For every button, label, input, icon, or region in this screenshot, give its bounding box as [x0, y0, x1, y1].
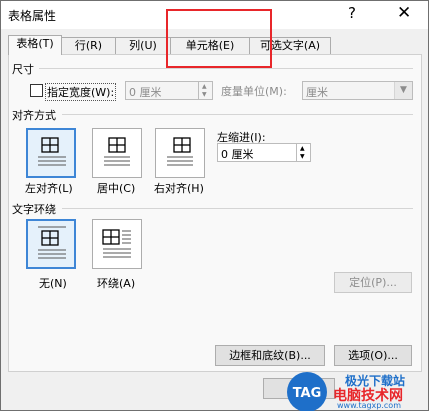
align-left-option[interactable] — [26, 128, 76, 178]
align-left-label: 左对齐(L) — [25, 182, 73, 195]
dialog-title: 表格属性 — [8, 9, 57, 23]
unit-label: 度量单位(M): — [221, 85, 287, 98]
wrap-none-icon — [38, 226, 66, 259]
unit-select: 厘米 ▼ — [302, 81, 413, 100]
unit-value: 厘米 — [306, 86, 328, 99]
close-icon[interactable]: ✕ — [397, 3, 411, 23]
chevron-down-icon: ▼ — [394, 82, 412, 99]
svg-text:TAG: TAG — [293, 386, 322, 401]
wrap-around-icon — [102, 229, 131, 258]
tab-table[interactable]: 表格(T) — [8, 35, 62, 55]
wrap-around-option[interactable] — [92, 219, 142, 269]
indent-spin-arrows[interactable]: ▲ ▼ — [296, 144, 310, 161]
align-right-icon — [167, 137, 193, 166]
indent-value: 0 厘米 — [221, 148, 254, 161]
tab-row[interactable]: 行(R) — [61, 37, 116, 54]
wrap-none-label: 无(N) — [39, 277, 67, 290]
specify-width-label[interactable]: 指定宽度(W): — [45, 83, 117, 101]
align-right-option[interactable] — [155, 128, 205, 178]
alignment-separator — [62, 114, 413, 115]
position-button: 定位(P)... — [334, 272, 412, 293]
size-separator — [39, 68, 413, 69]
borders-shading-button[interactable]: 边框和底纹(B)... — [215, 345, 325, 366]
width-spin-arrows: ▲ ▼ — [198, 82, 212, 99]
help-icon[interactable]: ? — [348, 4, 356, 22]
align-center-option[interactable] — [92, 128, 142, 178]
wrapping-section-title: 文字环绕 — [12, 203, 56, 216]
options-button[interactable]: 选项(O)... — [334, 345, 412, 366]
width-spinner: 0 厘米 ▲ ▼ — [125, 81, 213, 100]
size-section-title: 尺寸 — [12, 63, 34, 76]
indent-spinner[interactable]: 0 厘米 ▲ ▼ — [217, 143, 311, 162]
table-tab-panel: 尺寸 指定宽度(W): 0 厘米 ▲▼ 度量单位(M): 厘米 ▼ 对齐方式 — [8, 54, 422, 372]
tab-column[interactable]: 列(U) — [115, 37, 171, 54]
specify-width-checkbox[interactable] — [30, 84, 43, 97]
wrapping-separator — [62, 208, 413, 209]
align-left-icon — [38, 137, 66, 166]
wrap-none-option[interactable] — [26, 219, 76, 269]
width-value: 0 厘米 — [129, 86, 162, 99]
align-center-icon — [104, 137, 130, 166]
alignment-section-title: 对齐方式 — [12, 109, 56, 122]
wrap-around-label: 环绕(A) — [97, 277, 136, 290]
align-right-label: 右对齐(H) — [154, 182, 204, 195]
cell-tab-highlight — [166, 9, 272, 68]
watermark-url: www.tagxp.com — [337, 401, 401, 410]
align-center-label: 居中(C) — [97, 182, 136, 195]
watermark: TAG 极光下载站 电脑技术网 www.tagxp.com — [285, 370, 429, 411]
